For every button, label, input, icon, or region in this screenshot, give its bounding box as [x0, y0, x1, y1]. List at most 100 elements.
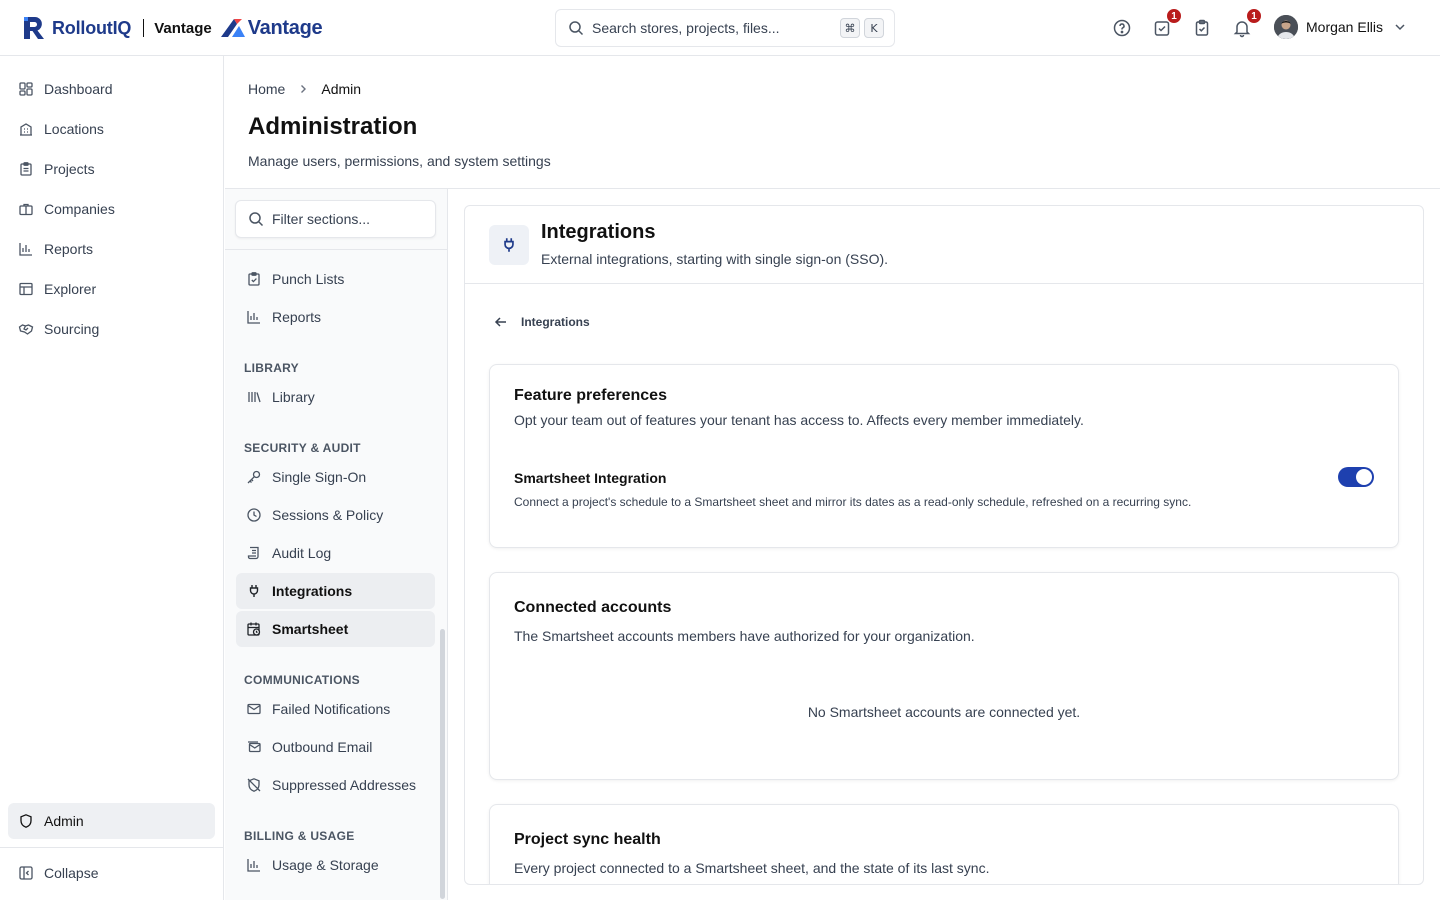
building-icon [18, 121, 34, 137]
card-description: Every project connected to a Smartsheet … [514, 860, 990, 876]
clock-icon [246, 507, 262, 523]
sidebar-item-companies[interactable]: Companies [8, 191, 215, 227]
bar-chart-icon [246, 309, 262, 325]
section-item-usage-storage[interactable]: Usage & Storage [236, 847, 435, 883]
breadcrumb-home[interactable]: Home [248, 81, 285, 97]
table-icon [18, 281, 34, 297]
clipboard-check-icon[interactable] [1192, 18, 1212, 38]
section-item-single-sign-on[interactable]: Single Sign-On [236, 459, 435, 495]
calendar-clock-icon [246, 621, 262, 637]
notifications-badge: 1 [1246, 8, 1262, 24]
brand[interactable]: RolloutIQ Vantage Vantage [22, 14, 323, 42]
shield-off-icon [246, 777, 262, 793]
chevron-right-icon [297, 83, 309, 95]
section-item-sessions-policy[interactable]: Sessions & Policy [236, 497, 435, 533]
top-bar: RolloutIQ Vantage Vantage Search stores,… [0, 0, 1440, 56]
scroll-icon [246, 545, 262, 561]
filter-placeholder: Filter sections... [272, 211, 371, 227]
plug-icon [246, 583, 262, 599]
search-icon [248, 211, 264, 227]
project-sync-health-card: Project sync health Every project connec… [489, 804, 1399, 884]
section-item-label: Single Sign-On [272, 469, 367, 485]
collapse-button[interactable]: Collapse [8, 855, 215, 891]
sidebar: Dashboard Locations Projects Companies R… [0, 56, 224, 900]
connected-accounts-card: Connected accounts The Smartsheet accoun… [489, 572, 1399, 780]
section-item-label: Reports [272, 309, 322, 325]
mail-alert-icon [246, 701, 262, 717]
sidebar-item-explorer[interactable]: Explorer [8, 271, 215, 307]
sidebar-item-label: Sourcing [44, 321, 100, 337]
tasks-badge: 1 [1166, 8, 1182, 24]
mail-stack-icon [246, 739, 262, 755]
section-item-outbound-email[interactable]: Outbound Email [236, 729, 435, 765]
chevron-down-icon [1393, 20, 1407, 34]
sidebar-item-locations[interactable]: Locations [8, 111, 215, 147]
vantage-logo-text: Vantage [247, 16, 323, 39]
back-to-integrations-link[interactable]: Integrations [493, 314, 590, 330]
search-input[interactable]: Search stores, projects, files... [592, 20, 836, 36]
feature-preferences-card: Feature preferences Opt your team out of… [489, 364, 1399, 548]
section-item-label: Suppressed Addresses [272, 777, 416, 793]
workspace-name: Vantage [154, 19, 212, 37]
tasks-icon[interactable]: 1 [1152, 8, 1182, 38]
briefcase-icon [18, 201, 34, 217]
section-heading-billing: BILLING & USAGE [244, 829, 355, 843]
sidebar-item-projects[interactable]: Projects [8, 151, 215, 187]
user-name: Morgan Ellis [1306, 19, 1384, 35]
search-icon [568, 20, 584, 36]
card-title: Project sync health [514, 831, 661, 848]
rolloutiq-logo-icon [22, 15, 46, 41]
page-subtitle: Manage users, permissions, and system se… [248, 153, 551, 169]
vantage-logo: Vantage [220, 17, 323, 40]
sidebar-item-label: Dashboard [44, 81, 113, 97]
smartsheet-integration-toggle[interactable] [1338, 467, 1374, 487]
section-item-label: Integrations [272, 583, 353, 599]
help-icon[interactable] [1112, 18, 1132, 38]
user-menu[interactable]: Morgan Ellis [1274, 15, 1407, 39]
section-item-failed-notifications[interactable]: Failed Notifications [236, 691, 435, 727]
section-item-library[interactable]: Library [236, 379, 435, 415]
sidebar-item-admin[interactable]: Admin [8, 803, 215, 839]
section-item-punch-lists[interactable]: Punch Lists [236, 261, 435, 297]
feature-name: Smartsheet Integration [514, 470, 667, 486]
filter-sections-input[interactable]: Filter sections... [235, 200, 436, 238]
section-item-suppressed-addresses[interactable]: Suppressed Addresses [236, 767, 435, 803]
collapse-label: Collapse [44, 865, 99, 881]
sidebar-item-label: Locations [44, 121, 104, 137]
sidebar-item-reports[interactable]: Reports [8, 231, 215, 267]
section-item-audit-log[interactable]: Audit Log [236, 535, 435, 571]
section-item-integrations[interactable]: Integrations [236, 573, 435, 609]
card-description: The Smartsheet accounts members have aut… [514, 628, 975, 644]
sidebar-item-label: Companies [44, 201, 115, 217]
section-heading-library: LIBRARY [244, 361, 299, 375]
brand-divider [143, 19, 145, 37]
back-link-label: Integrations [521, 315, 590, 329]
handshake-icon [18, 321, 34, 337]
clipboard-check-icon [246, 271, 262, 287]
section-item-label: Library [272, 389, 315, 405]
clipboard-icon [18, 161, 34, 177]
section-item-reports[interactable]: Reports [236, 299, 435, 335]
card-title: Connected accounts [514, 599, 672, 616]
section-item-label: Punch Lists [272, 271, 345, 287]
section-heading-communications: COMMUNICATIONS [244, 673, 360, 687]
sidebar-item-sourcing[interactable]: Sourcing [8, 311, 215, 347]
sidebar-item-label: Admin [44, 813, 84, 829]
avatar [1274, 15, 1298, 39]
bar-chart-icon [246, 857, 262, 873]
sections-scrollbar[interactable] [440, 629, 445, 899]
section-item-smartsheet[interactable]: Smartsheet [236, 611, 435, 647]
sidebar-item-dashboard[interactable]: Dashboard [8, 71, 215, 107]
section-item-label: Usage & Storage [272, 857, 379, 873]
brand-name: RolloutIQ [52, 17, 132, 38]
admin-sections-nav: Filter sections... Punch Lists Reports L… [225, 189, 448, 900]
bell-icon[interactable]: 1 [1232, 8, 1262, 38]
breadcrumb-current: Admin [321, 81, 362, 97]
bar-chart-icon [18, 241, 34, 257]
global-search[interactable]: Search stores, projects, files... ⌘ K [555, 9, 895, 47]
card-description: Opt your team out of features your tenan… [514, 412, 1084, 428]
empty-state: No Smartsheet accounts are connected yet… [807, 704, 1081, 720]
section-item-label: Failed Notifications [272, 701, 391, 717]
shield-icon [18, 813, 34, 829]
dashboard-icon [18, 81, 34, 97]
